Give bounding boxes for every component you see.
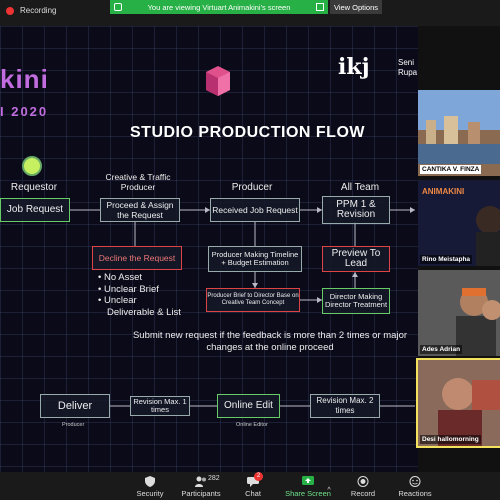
view-options-button[interactable]: View Options	[330, 0, 382, 14]
chat-label: Chat	[245, 489, 261, 498]
column-requestor: Requestor	[10, 182, 58, 193]
box-online-edit: Online Edit	[217, 394, 280, 418]
box-deliver: Deliver	[40, 394, 110, 418]
participant-name: Ades Adrian	[420, 345, 463, 354]
reactions-button[interactable]: Reactions	[396, 472, 434, 500]
box-producer-timeline: Producer Making Timeline + Budget Estima…	[208, 246, 302, 272]
start-node-icon	[22, 156, 42, 176]
column-all-team: All Team	[340, 182, 380, 193]
exit-fullscreen-icon[interactable]	[316, 3, 324, 11]
participants-icon: 282	[195, 475, 220, 487]
column-producer: Producer	[231, 182, 273, 193]
list-item: Deliverable & List	[107, 306, 181, 318]
decline-reasons-list: • No Asset • Unclear Brief • Unclear Del…	[98, 272, 181, 318]
participant-name: CANTIKA V. FINZA	[420, 165, 482, 174]
slide-title: STUDIO PRODUCTION FLOW	[130, 124, 365, 141]
video-feed-icon	[418, 360, 500, 446]
chat-badge: 2	[254, 472, 263, 481]
animakini-year: I 2020	[0, 104, 49, 119]
participants-label: Participants	[181, 489, 221, 498]
participant-tile[interactable]: Ades Adrian	[418, 270, 500, 356]
participant-tile[interactable]: ANIMAKINI Rino Meistapha	[418, 180, 500, 266]
record-button[interactable]: Record	[348, 472, 378, 500]
view-options-label: View Options	[333, 2, 379, 12]
list-item: • Unclear Brief	[98, 283, 159, 295]
screen-share-icon	[114, 3, 122, 11]
slide-note: Submit new request if the feedback is mo…	[132, 330, 408, 353]
ikj-logo-subtitle: Seni Rupa	[398, 58, 418, 77]
box-preview-to-lead: Preview To Lead	[322, 246, 390, 272]
box-ppm-revision: PPM 1 & Revision	[322, 196, 390, 224]
security-label: Security	[136, 489, 164, 498]
box-brief-to-director: Producer Brief to Director Base on Creat…	[206, 288, 300, 312]
box-decline-request: Decline the Request	[92, 246, 182, 270]
participant-video-panel: CANTIKA V. FINZA ANIMAKINI Rino Meistaph…	[416, 26, 500, 472]
box-revision-1: Revision Max. 1 times	[130, 396, 190, 416]
studio-logo-icon	[206, 66, 230, 96]
column-creative: Creative & Traffic Producer	[105, 172, 171, 192]
participant-tile-active-speaker[interactable]: Desi hallomorning	[416, 358, 500, 448]
share-screen-icon	[302, 476, 314, 485]
security-button[interactable]: Security	[134, 472, 166, 500]
chevron-up-icon: ^	[327, 487, 331, 494]
label-online-editor-small: Online Editor	[236, 422, 268, 428]
chat-button[interactable]: 2 Chat	[240, 472, 266, 500]
participant-name: Rino Meistapha	[420, 255, 473, 264]
shared-slide: kini I 2020 ikj Seni Rupa STUDIO PRODUCT…	[0, 26, 420, 472]
share-banner: You are viewing Virtuart Animakini's scr…	[110, 0, 328, 14]
share-screen-options-chevron[interactable]: ^	[322, 468, 336, 496]
animakini-logo: kini	[0, 64, 49, 94]
box-proceed-assign: Proceed & Assign the Request	[100, 198, 180, 222]
participants-count: 282	[208, 475, 220, 482]
participant-tile[interactable]: CANTIKA V. FINZA	[418, 90, 500, 176]
list-item: • No Asset	[98, 272, 142, 283]
svg-text:ANIMAKINI: ANIMAKINI	[422, 187, 464, 196]
record-dot-icon	[6, 6, 14, 15]
list-item: • Unclear	[98, 295, 137, 306]
box-director-treatment: Director Making Director Treatment	[322, 288, 390, 314]
smiley-icon	[409, 476, 421, 487]
ikj-logo: ikj	[338, 54, 370, 80]
box-job-request: Job Request	[0, 198, 70, 222]
video-feed-icon	[418, 270, 500, 356]
shield-icon	[145, 476, 155, 487]
video-feed-icon	[418, 90, 500, 176]
participant-name: Desi hallomorning	[420, 435, 481, 444]
reactions-label: Reactions	[398, 489, 432, 498]
chat-icon: 2	[247, 472, 263, 487]
top-bar: Recording You are viewing Virtuart Anima…	[0, 0, 500, 26]
video-feed-icon: ANIMAKINI	[418, 180, 500, 266]
box-revision-2: Revision Max. 2 times	[310, 394, 380, 418]
participants-button[interactable]: 282 Participants	[178, 472, 224, 500]
record-icon	[357, 476, 369, 487]
box-received-job-request: Received Job Request	[210, 198, 300, 222]
recording-indicator: Recording	[6, 6, 56, 15]
share-banner-text: You are viewing Virtuart Animakini's scr…	[147, 2, 291, 12]
recording-label: Recording	[20, 6, 57, 15]
label-producer-small: Producer	[62, 422, 85, 428]
meeting-toolbar: Security 282 Participants 2 Chat Share S…	[0, 472, 500, 500]
record-label: Record	[350, 489, 376, 498]
